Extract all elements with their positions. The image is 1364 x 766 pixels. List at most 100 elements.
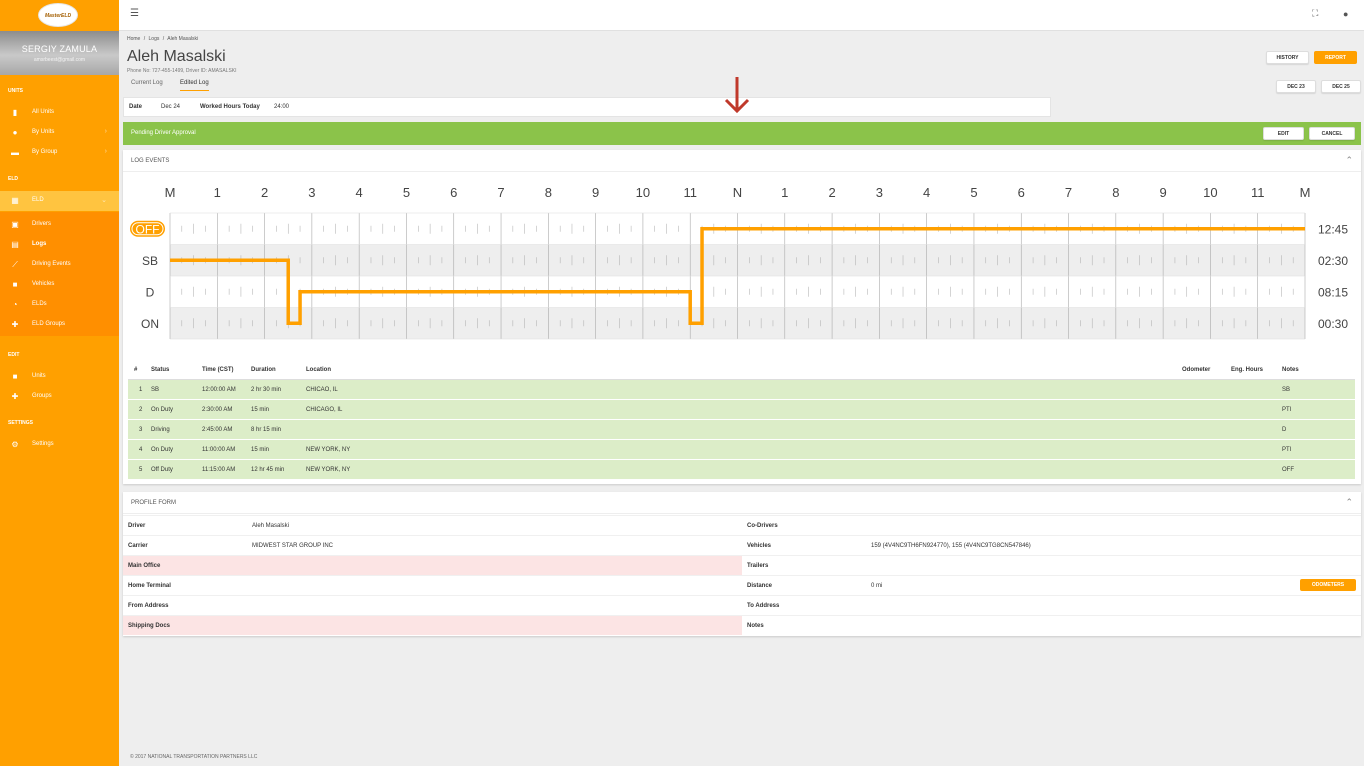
chart-hour-label: N [733,185,742,200]
col-num: # [134,367,138,373]
chart-hour-label: M [1300,185,1311,200]
sidebar-item-groups[interactable]: ✚ Groups [0,387,119,407]
chart-hour-label: 9 [1160,185,1167,200]
pending-text: Pending Driver Approval [131,130,196,136]
sidebar-item-vehicles[interactable]: ■ Vehicles [0,275,119,295]
edit-button[interactable]: EDIT [1263,127,1304,140]
cell-location: CHICAO, IL [306,387,338,393]
breadcrumb-logs[interactable]: Logs [149,36,160,42]
sidebar-item-elds[interactable]: ◔ ELDs [0,295,119,315]
user-email: amsrbeest@gmail.com [33,57,86,63]
sidebar-item-label: Units [32,373,46,379]
chart-hour-label: 1 [214,185,221,200]
speedometer-icon: ◔ [12,300,18,309]
chart-row-total: 00:30 [1318,317,1348,331]
cell-duration: 12 hr 45 min [251,467,285,473]
chevron-up-icon[interactable]: ⌃ [1345,497,1353,508]
cell-status: SB [151,387,160,393]
profile-label: Driver [128,523,146,529]
chart-row-label: ON [141,317,159,331]
chart-hour-label: 7 [497,185,504,200]
chart-row-label: D [146,285,155,299]
chevron-right-icon: › [104,148,107,155]
pending-approval-bar: Pending Driver Approval EDIT CANCEL [123,122,1361,145]
section-eld: ELD [8,176,18,182]
profile-row: Notes [742,615,1361,635]
profile-label: Vehicles [747,543,772,549]
profile-form-header[interactable]: PROFILE FORM ⌃ [123,492,1361,514]
col-eng-hours: Eng. Hours [1231,367,1264,373]
cell-time: 2:45:00 AM [202,427,233,433]
next-day-button[interactable]: DEC 25 [1321,80,1361,93]
sidebar-item-by-group[interactable]: ▬ By Group › [0,143,119,163]
date-info-bar: Date Dec 24 Worked Hours Today 24:00 [123,97,1051,117]
chevron-right-icon: › [104,128,107,135]
sidebar-item-label: All Units [32,109,55,115]
account-icon[interactable]: ● [1343,9,1348,19]
chart-row-label: SB [142,254,158,268]
cell-num: 1 [139,387,143,393]
chart-hour-label: 6 [1018,185,1025,200]
folder-icon: ▬ [11,148,19,157]
log-events-header[interactable]: LOG EVENTS ⌃ [123,150,1361,172]
logo[interactable]: MasterELD [38,3,78,27]
sidebar-item-driving-events[interactable]: ⟋ Driving Events [0,255,119,275]
menu-icon[interactable]: ☰ [130,8,139,19]
sidebar-item-label: Logs [32,241,47,247]
table-row[interactable]: 2 On Duty 2:30:00 AM 15 min CHICAGO, IL PTI [128,400,1355,420]
profile-label: Carrier [128,543,148,549]
cell-duration: 8 hr 15 min [251,427,282,433]
group-add-icon: ✚ [11,392,19,401]
sidebar-item-label: Settings [32,441,54,447]
sidebar-item-drivers[interactable]: ▣ Drivers [0,215,119,235]
group-add-icon: ✚ [11,320,19,329]
report-button[interactable]: REPORT [1314,51,1357,64]
cell-num: 5 [139,467,143,473]
profile-label: Trailers [747,563,769,569]
profile-label: Co-Drivers [747,523,778,529]
prev-day-button[interactable]: DEC 23 [1276,80,1316,93]
chevron-up-icon[interactable]: ⌃ [1345,155,1353,166]
col-time: Time (CST) [202,367,234,373]
profile-label: Shipping Docs [128,623,170,629]
sidebar-item-all-units[interactable]: ▮ All Units [0,103,119,123]
table-row[interactable]: 4 On Duty 11:00:00 AM 15 min NEW YORK, NY PTI [128,440,1355,460]
sidebar-item-label: Driving Events [32,261,71,267]
history-button[interactable]: HISTORY [1266,51,1309,64]
cell-location: NEW YORK, NY [306,447,351,453]
tab-current-log[interactable]: Current Log [131,80,163,90]
cancel-button[interactable]: CANCEL [1309,127,1355,140]
section-edit: EDIT [8,352,20,358]
tab-edited-log[interactable]: Edited Log [180,80,209,91]
table-row[interactable]: 1 SB 12:00:00 AM 2 hr 30 min CHICAO, IL SB [128,380,1355,400]
location-pin-icon: ● [12,128,18,137]
top-bar: ☰ ⛶ ● [119,0,1364,31]
cell-location: NEW YORK, NY [306,467,351,473]
cell-notes: PTI [1282,407,1292,413]
sidebar-item-label: Groups [32,393,52,399]
sidebar-item-by-units[interactable]: ● By Units › [0,123,119,143]
sidebar-item-eld[interactable]: ▦ ELD ⌄ [0,191,119,211]
chart-hour-label: 2 [828,185,835,200]
odometers-button[interactable]: ODOMETERS [1300,579,1356,591]
sidebar-item-eld-groups[interactable]: ✚ ELD Groups [0,315,119,335]
table-row[interactable]: 5 Off Duty 11:15:00 AM 12 hr 45 min NEW YORK… [128,460,1355,480]
breadcrumb-separator: / [143,36,146,42]
sidebar-item-label: By Group [32,149,58,155]
chart-hour-label: 7 [1065,185,1072,200]
chart-hour-label: 1 [781,185,788,200]
chart-hour-label: 4 [923,185,930,200]
sidebar-item-units[interactable]: ■ Units [0,367,119,387]
fullscreen-icon[interactable]: ⛶ [1312,8,1318,19]
log-chart: M 1 2 3 4 5 6 7 8 9 10 11 N 1 2 3 4 5 6 7 8 9 10 11 M OFF 12:45 SB 0… [130,185,1348,340]
col-notes: Notes [1282,367,1299,373]
chart-hour-label: 8 [1112,185,1119,200]
breadcrumb-home[interactable]: Home [127,36,140,42]
sidebar-item-label: ELDs [32,301,47,307]
sidebar-item-settings[interactable]: ⚙ Settings [0,435,119,455]
sidebar-item-logs[interactable]: ▤ Logs [0,235,119,255]
chart-hour-label: 8 [545,185,552,200]
col-status: Status [151,367,170,373]
table-row[interactable]: 3 Driving 2:45:00 AM 8 hr 15 min D [128,420,1355,440]
chart-hour-label: 11 [1251,185,1265,200]
